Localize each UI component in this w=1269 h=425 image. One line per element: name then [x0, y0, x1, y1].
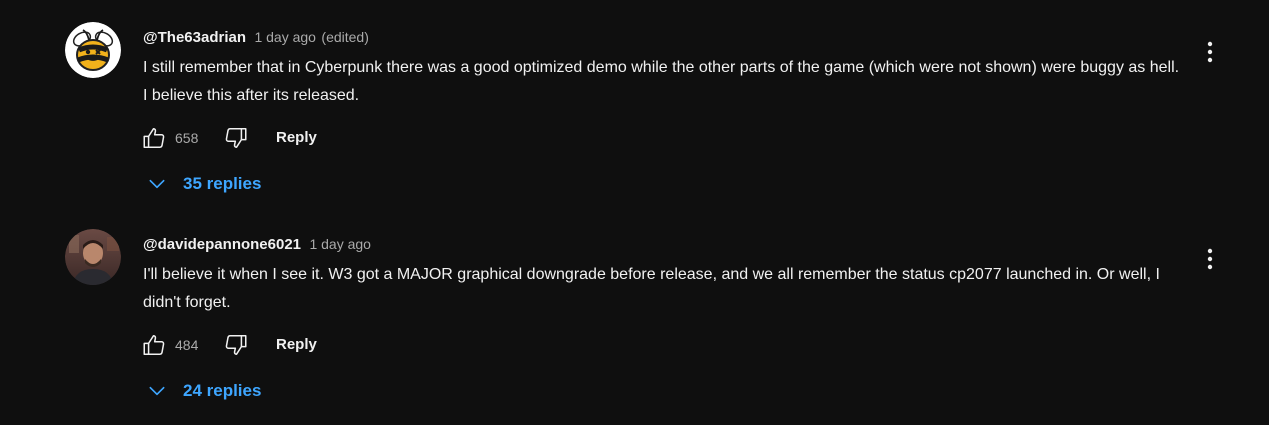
comment-header: @The63adrian 1 day ago (edited)	[143, 26, 1183, 48]
thumbs-down-icon	[225, 128, 247, 148]
comment-thread: @davidepannone6021 1 day ago I'll believ…	[0, 207, 1269, 413]
comment-timestamp[interactable]: 1 day ago	[254, 29, 316, 45]
chevron-down-icon	[145, 172, 169, 196]
reply-button[interactable]: Reply	[276, 120, 317, 156]
reply-button[interactable]: Reply	[276, 327, 317, 363]
show-replies-button[interactable]: 24 replies	[145, 374, 261, 408]
replies-count-label: 24 replies	[183, 381, 262, 400]
dislike-button[interactable]	[220, 327, 252, 363]
thumbs-up-icon	[143, 335, 165, 355]
comment-timestamp[interactable]: 1 day ago	[309, 236, 371, 252]
thumbs-down-icon	[225, 335, 247, 355]
bee-avatar-icon	[65, 22, 121, 78]
comment-menu-button[interactable]	[1196, 36, 1224, 68]
chevron-down-icon	[145, 379, 169, 403]
comment-body: @davidepannone6021 1 day ago I'll believ…	[143, 233, 1183, 317]
like-button[interactable]	[138, 120, 170, 156]
comment-header: @davidepannone6021 1 day ago	[143, 233, 1183, 255]
like-count: 658	[175, 130, 199, 146]
show-replies-button[interactable]: 35 replies	[145, 167, 261, 201]
comment-author[interactable]: @davidepannone6021	[143, 236, 301, 253]
comment-menu-button[interactable]	[1196, 243, 1224, 275]
comment-body: @The63adrian 1 day ago (edited) I still …	[143, 26, 1183, 110]
replies-count-label: 35 replies	[183, 174, 262, 193]
comment-actions: 658 Reply	[138, 120, 438, 156]
like-count: 484	[175, 337, 199, 353]
comment-thread: @The63adrian 1 day ago (edited) I still …	[0, 0, 1269, 206]
comment-actions: 484 Reply	[138, 327, 438, 363]
avatar[interactable]	[65, 229, 121, 285]
more-vertical-icon	[1207, 248, 1213, 270]
more-vertical-icon	[1207, 41, 1213, 63]
photo-avatar-icon	[65, 229, 121, 285]
comment-text: I'll believe it when I see it. W3 got a …	[143, 266, 1160, 311]
like-button[interactable]	[138, 327, 170, 363]
edited-label: (edited)	[321, 29, 369, 45]
comment-text: I still remember that in Cyberpunk there…	[143, 59, 1180, 104]
thumbs-up-icon	[143, 128, 165, 148]
dislike-button[interactable]	[220, 120, 252, 156]
comment-author[interactable]: @The63adrian	[143, 29, 246, 46]
avatar[interactable]	[65, 22, 121, 78]
